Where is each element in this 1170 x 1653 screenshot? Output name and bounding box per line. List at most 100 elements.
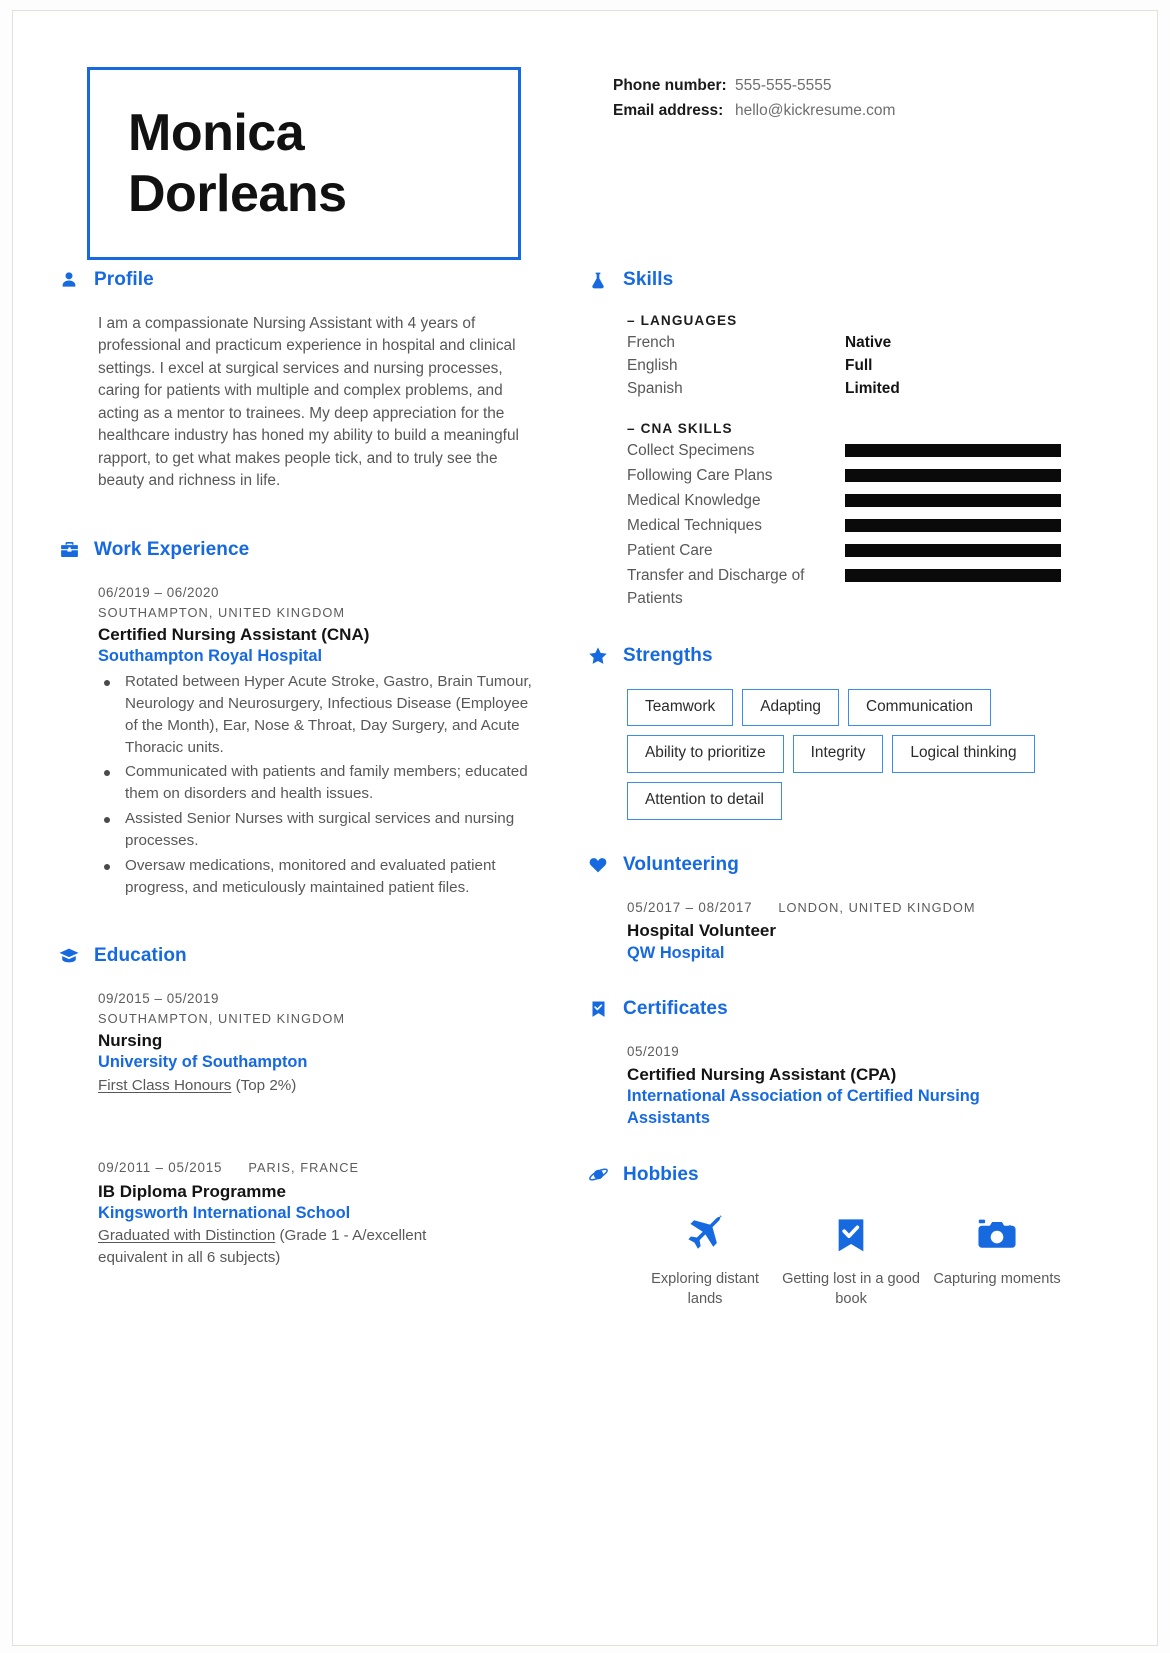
list-item: Oversaw medications, monitored and evalu… (98, 855, 542, 899)
language-row: English Full (627, 355, 1157, 378)
work-entry-date: 06/2019 – 06/2020 (98, 584, 220, 600)
contact-block: Phone number: 555-555-5555 Email address… (613, 73, 895, 123)
language-row: Spanish Limited (627, 378, 1157, 401)
education-entry: 09/2015 – 05/2019 SOUTHAMPTON, UNITED KI… (98, 989, 572, 1097)
skill-bar-track (845, 518, 1062, 532)
strength-tag: Ability to prioritize (627, 735, 784, 774)
section-volunteering: Volunteering 05/2017 – 08/2017 LONDON, U… (587, 854, 1157, 964)
bookmark-check-icon (587, 998, 609, 1020)
phone-row: Phone number: 555-555-5555 (613, 73, 895, 98)
person-icon (58, 269, 80, 291)
skill-bar-track (845, 443, 1062, 457)
volunteering-entry: 05/2017 – 08/2017 LONDON, UNITED KINGDOM… (627, 898, 1157, 964)
name-box: Monica Dorleans (87, 67, 521, 260)
volunteering-body: 05/2017 – 08/2017 LONDON, UNITED KINGDOM… (587, 898, 1157, 964)
education-entry: 09/2011 – 05/2015 PARIS, FRANCE IB Diplo… (98, 1158, 572, 1268)
language-name: French (627, 334, 675, 351)
education-heading: Education (58, 945, 572, 967)
skill-name: Medical Techniques (627, 516, 762, 534)
skill-name: Patient Care (627, 541, 713, 559)
resume-columns: Profile I am a compassionate Nursing Ass… (13, 269, 1157, 1315)
language-name: English (627, 356, 678, 374)
profile-heading: Profile (58, 269, 572, 291)
education-entry-date: 09/2011 – 05/2015 (98, 1160, 223, 1176)
volunteering-entry-location: LONDON, UNITED KINGDOM (778, 900, 976, 916)
certificate-date: 05/2019 (627, 1044, 680, 1060)
strength-tag: Communication (847, 688, 991, 727)
skills-heading: Skills (587, 269, 1157, 291)
strength-tag: Integrity (792, 735, 884, 774)
volunteering-entry-meta: 05/2017 – 08/2017 LONDON, UNITED KINGDOM (627, 898, 1157, 918)
section-work-experience: Work Experience 06/2019 – 06/2020 SOUTHA… (58, 539, 572, 899)
phone-label: Phone number: (613, 77, 727, 94)
volunteering-entry-role: Hospital Volunteer (627, 921, 776, 941)
email-row: Email address: hello@kickresume.com (613, 98, 895, 123)
hobby-item: Getting lost in a good book (778, 1208, 924, 1310)
list-item: Communicated with patients and family me… (98, 761, 542, 805)
email-value: hello@kickresume.com (735, 102, 896, 120)
resume-page: Monica Dorleans Phone number: 555-555-55… (0, 0, 1170, 1653)
skill-name: Collect Specimens (627, 441, 755, 459)
work-heading: Work Experience (58, 539, 572, 561)
section-strengths: Strengths Teamwork Adapting Communicatio… (587, 645, 1157, 821)
star-icon (587, 645, 609, 667)
skill-bar-row: Following Care Plans (627, 465, 1157, 488)
flask-icon (587, 269, 609, 291)
last-name: Dorleans (128, 164, 347, 223)
volunteering-entry-date: 05/2017 – 08/2017 (627, 900, 753, 916)
hobby-item: Exploring distant lands (632, 1208, 778, 1310)
hobby-label: Exploring distant lands (651, 1270, 759, 1307)
briefcase-icon (58, 539, 80, 561)
skill-bar-track (845, 468, 1062, 482)
section-skills: Skills – LANGUAGES French Native English… (587, 269, 1157, 611)
profile-text: I am a compassionate Nursing Assistant w… (98, 315, 519, 490)
education-note-rest: (Top 2%) (231, 1076, 297, 1094)
cna-skills-subhead: – CNA SKILLS (627, 420, 733, 436)
education-note-underlined: First Class Honours (98, 1076, 232, 1094)
skill-bar-track (845, 568, 1062, 582)
strength-tag: Adapting (742, 688, 839, 727)
certificate-name: Certified Nursing Assistant (CPA) (627, 1065, 897, 1085)
skill-bar-row: Patient Care (627, 540, 1157, 563)
education-entry-organization: University of Southampton (98, 1053, 308, 1072)
skills-title: Skills (623, 269, 674, 290)
strengths-heading: Strengths (587, 645, 1157, 667)
certificates-body: 05/2019 Certified Nursing Assistant (CPA… (587, 1042, 1157, 1130)
volunteering-entry-organization: QW Hospital (627, 943, 725, 962)
work-entry-role: Certified Nursing Assistant (CNA) (98, 625, 370, 645)
education-entry-organization: Kingsworth International School (98, 1203, 351, 1222)
education-entry-degree: Nursing (98, 1031, 163, 1051)
section-hobbies: Hobbies Exploring distant lands Getting … (587, 1164, 1157, 1310)
left-column: Profile I am a compassionate Nursing Ass… (13, 269, 572, 1315)
resume-sheet: Monica Dorleans Phone number: 555-555-55… (12, 10, 1158, 1646)
education-entry-note: Graduated with Distinction (Grade 1 - A/… (98, 1225, 498, 1268)
graduation-cap-icon (58, 945, 80, 967)
list-item: Rotated between Hyper Acute Stroke, Gast… (98, 671, 542, 759)
profile-body: I am a compassionate Nursing Assistant w… (58, 313, 572, 493)
hobby-item: Capturing moments (924, 1208, 1070, 1310)
work-entry-location: SOUTHAMPTON, UNITED KINGDOM (98, 604, 346, 620)
language-row: French Native (627, 332, 1157, 355)
skill-name: Following Care Plans (627, 466, 773, 484)
airplane-icon (632, 1208, 778, 1262)
certificate-issuer: International Association of Certified N… (627, 1087, 980, 1128)
work-title: Work Experience (94, 538, 250, 560)
list-item: Assisted Senior Nurses with surgical ser… (98, 808, 542, 852)
languages-subhead: – LANGUAGES (627, 313, 738, 328)
volunteering-title: Volunteering (623, 854, 739, 876)
certificates-heading: Certificates (587, 998, 1157, 1020)
hobbies-title: Hobbies (623, 1163, 699, 1185)
strength-tag-list: Teamwork Adapting Communication Ability … (627, 688, 1067, 821)
work-entry: 06/2019 – 06/2020 SOUTHAMPTON, UNITED KI… (98, 583, 572, 899)
education-entry-date: 09/2015 – 05/2019 (98, 990, 220, 1006)
certificates-title: Certificates (623, 998, 728, 1020)
first-name: Monica (128, 104, 305, 163)
work-entry-organization: Southampton Royal Hospital (98, 647, 323, 666)
email-label: Email address: (613, 102, 724, 120)
skill-bar-row: Medical Knowledge (627, 490, 1157, 513)
section-profile: Profile I am a compassionate Nursing Ass… (58, 269, 572, 493)
strength-tag: Attention to detail (627, 782, 782, 821)
education-note-underlined: Graduated with Distinction (98, 1227, 276, 1245)
skill-bar-row: Medical Techniques (627, 515, 1157, 538)
